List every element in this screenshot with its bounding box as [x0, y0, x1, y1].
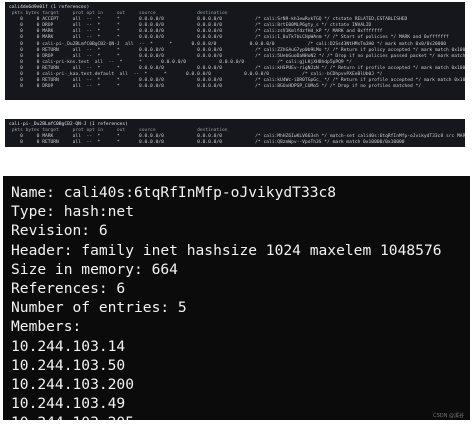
ipset-field-line: 10.244.103.49 — [11, 395, 126, 413]
ipset-field-line: 10.244.103.14 — [11, 337, 126, 355]
iptables-chain-output-panel: cali4de6d9e01f (1 references) pkts bytes… — [5, 2, 465, 100]
iptables-rule-line: 0 0 RETURN all -- * * 0.0.0.0/0 0.0.0.0/… — [9, 140, 405, 146]
ipset-list-panel: Name: cali40s:6tqRfInMfp-oJvikydT33c8 Typ… — [3, 176, 470, 420]
iptables-rule-line: 0 0 RETURN all -- * * 0.0.0.0/0 0.0.0.0/… — [9, 47, 465, 53]
ipset-field-line: 10.244.103.50 — [11, 356, 126, 374]
ipset-field-line: Revision: 6 — [11, 222, 108, 240]
ipset-field-line: Name: cali40s:6tqRfInMfp-oJvikydT33c8 — [11, 184, 337, 201]
chain-listing-cali-pi: cali-pi-_Du2BLmfC0BgCB2-QN-J (1 referenc… — [5, 119, 465, 146]
ipset-field-line: Members: — [11, 318, 82, 336]
ipset-field-line: Type: hash:net — [11, 203, 135, 221]
csdn-watermark: CSDN @溪谷 — [433, 413, 464, 419]
ipset-field-line: References: 6 — [11, 280, 126, 298]
ipset-field-line: Number of entries: 5 — [11, 299, 187, 317]
chain-listing-cali4de6d9e01f: cali4de6d9e01f (1 references) pkts bytes… — [5, 2, 465, 90]
ipset-field-line: 10.244.103.200 — [11, 376, 135, 394]
iptables-rule-line: 0 0 MARK all -- * * 0.0.0.0/0 0.0.0.0/0 … — [9, 35, 449, 41]
iptables-policy-chain-panel: cali-pi-_Du2BLmfC0BgCB2-QN-J (1 referenc… — [5, 119, 465, 147]
ipset-details: Name: cali40s:6tqRfInMfp-oJvikydT33c8 Typ… — [3, 176, 470, 420]
iptables-rule-line: 0 0 DROP all -- * * 0.0.0.0/0 0.0.0.0/0 … — [9, 53, 465, 59]
ipset-field-line: Header: family inet hashsize 1024 maxele… — [11, 241, 442, 259]
ipset-field-line: 10.244.103.205 — [11, 413, 470, 420]
ipset-field-line: Size in memory: 664 — [11, 260, 178, 278]
iptables-rule-line: 0 0 cali-pi-_Du2BLmfC0BgCB2-QN-J all -- … — [9, 41, 446, 47]
iptables-rule-line: 0 0 DROP all -- * * 0.0.0.0/0 0.0.0.0/0 … — [9, 84, 422, 90]
